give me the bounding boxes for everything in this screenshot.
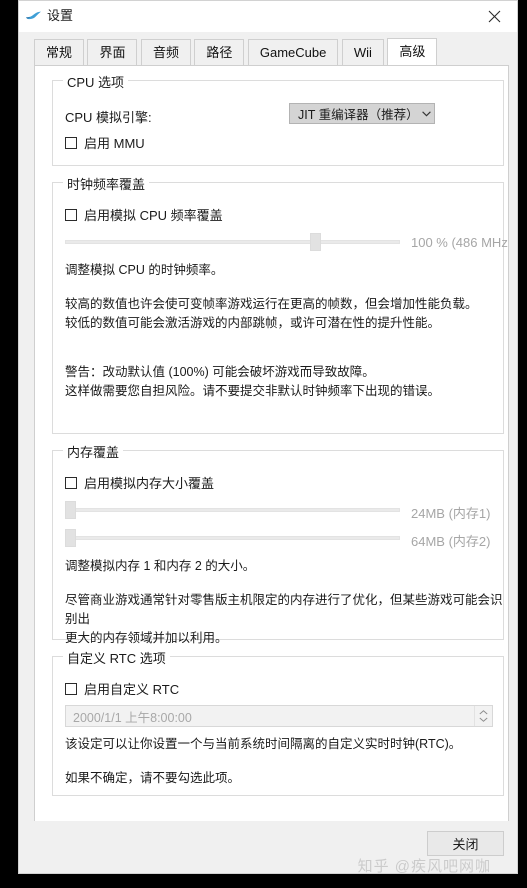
clock-rate-value: 100 % (486 MHz) xyxy=(411,235,509,250)
rtc-datetime-input[interactable]: 2000/1/1 上午8:00:00 xyxy=(65,705,493,727)
slider-handle[interactable] xyxy=(65,529,76,547)
clock-override-group-title: 时钟频率覆盖 xyxy=(63,174,150,193)
settings-window: 设置 常规 界面 音频 路径 GameCube Wii 高级 CPU 选项 CP… xyxy=(18,0,518,874)
enable-clock-override-label: 启用模拟 CPU 频率覆盖 xyxy=(84,208,223,223)
memory2-slider[interactable] xyxy=(65,529,400,547)
slider-handle[interactable] xyxy=(310,233,321,251)
tab-audio[interactable]: 音频 xyxy=(140,39,191,65)
rtc-desc-2: 如果不确定，请不要勾选此项。 xyxy=(65,771,241,785)
bottom-letterbox xyxy=(0,874,527,888)
window-title: 设置 xyxy=(47,8,74,23)
clock-override-desc-2: 较高的数值也许会使可变帧率游戏运行在更高的帧数，但会增加性能负载。 较低的数值可… xyxy=(65,297,478,330)
title-bar: 设置 xyxy=(19,1,517,32)
enable-memory-override-checkbox[interactable]: 启用模拟内存大小覆盖 xyxy=(65,473,214,492)
memory2-value: 64MB (内存2) xyxy=(411,534,491,549)
cpu-engine-value: JIT 重编译器（推荐） xyxy=(298,108,419,122)
tab-advanced[interactable]: 高级 xyxy=(387,38,438,65)
memory-override-desc-1: 调整模拟内存 1 和内存 2 的大小。 xyxy=(65,559,256,573)
rtc-datetime-value: 2000/1/1 上午8:00:00 xyxy=(73,710,192,725)
slider-handle[interactable] xyxy=(65,501,76,519)
spinner-up-down-icon[interactable] xyxy=(474,706,492,726)
checkbox-box xyxy=(65,208,77,221)
rtc-desc-1: 该设定可以让你设置一个与当前系统时间隔离的自定义实时时钟(RTC)。 xyxy=(65,737,462,751)
enable-mmu-checkbox[interactable]: 启用 MMU xyxy=(65,133,145,152)
enable-custom-rtc-label: 启用自定义 RTC xyxy=(84,682,180,697)
chevron-down-icon xyxy=(419,110,434,117)
memory-override-group: 内存覆盖 启用模拟内存大小覆盖 24MB (内存1) 64MB (内存2) 调整… xyxy=(52,442,504,645)
checkbox-box xyxy=(65,682,77,695)
dolphin-logo-icon xyxy=(25,9,42,23)
clock-override-group: 时钟频率覆盖 启用模拟 CPU 频率覆盖 100 % (486 MHz) 调整模… xyxy=(52,174,508,434)
slider-track xyxy=(65,536,400,540)
tab-wii[interactable]: Wii xyxy=(341,39,384,65)
checkbox-box xyxy=(65,476,77,489)
slider-track xyxy=(65,240,400,244)
clock-rate-slider[interactable] xyxy=(65,233,400,251)
tab-gamecube[interactable]: GameCube xyxy=(247,39,339,65)
close-button[interactable]: 关闭 xyxy=(427,831,504,856)
checkbox-box xyxy=(65,136,77,149)
cpu-options-group: CPU 选项 CPU 模拟引擎: JIT 重编译器（推荐） 启用 MMU xyxy=(52,72,504,166)
close-icon xyxy=(488,10,501,22)
advanced-tab-pane: CPU 选项 CPU 模拟引擎: JIT 重编译器（推荐） 启用 MMU 时钟频… xyxy=(34,65,509,850)
rtc-options-group-title: 自定义 RTC 选项 xyxy=(63,648,170,667)
tab-bar: 常规 界面 音频 路径 GameCube Wii 高级 xyxy=(19,38,517,65)
enable-custom-rtc-checkbox[interactable]: 启用自定义 RTC xyxy=(65,679,179,698)
tab-paths[interactable]: 路径 xyxy=(194,39,245,65)
enable-memory-override-label: 启用模拟内存大小覆盖 xyxy=(84,476,215,491)
left-letterbox xyxy=(0,0,18,888)
cpu-engine-label: CPU 模拟引擎: xyxy=(65,110,152,125)
screenshot-root: 设置 常规 界面 音频 路径 GameCube Wii 高级 CPU 选项 CP… xyxy=(0,0,527,888)
slider-track xyxy=(65,508,400,512)
cpu-engine-dropdown[interactable]: JIT 重编译器（推荐） xyxy=(289,103,435,124)
right-letterbox xyxy=(518,0,527,888)
memory1-value: 24MB (内存1) xyxy=(411,506,491,521)
enable-mmu-label: 启用 MMU xyxy=(84,136,145,151)
memory-override-group-title: 内存覆盖 xyxy=(63,442,124,461)
window-close-button[interactable] xyxy=(472,1,517,31)
tab-general[interactable]: 常规 xyxy=(34,39,85,65)
memory1-slider[interactable] xyxy=(65,501,400,519)
rtc-options-group: 自定义 RTC 选项 启用自定义 RTC 2000/1/1 上午8:00:00 xyxy=(52,648,504,796)
tab-interface[interactable]: 界面 xyxy=(87,39,138,65)
clock-override-desc-1: 调整模拟 CPU 的时钟频率。 xyxy=(65,263,224,277)
clock-override-warning: 警告：改动默认值 (100%) 可能会破坏游戏而导致故障。 这样做需要您自担风险… xyxy=(65,365,441,398)
settings-scroll-area: CPU 选项 CPU 模拟引擎: JIT 重编译器（推荐） 启用 MMU 时钟频… xyxy=(35,66,508,849)
cpu-options-group-title: CPU 选项 xyxy=(63,72,129,91)
dialog-button-bar: 关闭 xyxy=(19,821,517,873)
enable-clock-override-checkbox[interactable]: 启用模拟 CPU 频率覆盖 xyxy=(65,205,223,224)
memory-override-desc-2: 尽管商业游戏通常针对零售版主机限定的内存进行了优化，但某些游戏可能会识别出 更大… xyxy=(65,593,503,645)
